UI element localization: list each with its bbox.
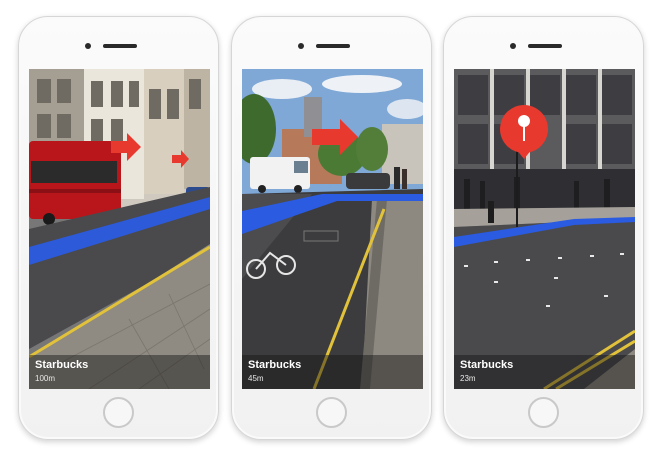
- three-phone-mockup: Starbucks 100m Starbucks 45m Starbucks 2…: [0, 0, 668, 453]
- destination-distance: 45m: [248, 374, 264, 383]
- ar-view-screen-3[interactable]: Starbucks 23m: [454, 69, 635, 389]
- destination-info-bar[interactable]: Starbucks 45m: [242, 355, 423, 389]
- street-camera-view: [242, 69, 423, 389]
- earpiece-speaker: [103, 44, 137, 48]
- destination-distance: 100m: [35, 374, 56, 383]
- earpiece-speaker: [528, 44, 562, 48]
- phone-2: Starbucks 45m: [231, 16, 432, 440]
- front-camera: [510, 43, 516, 49]
- phone-3: Starbucks 23m: [443, 16, 644, 440]
- ar-view-screen-2[interactable]: Starbucks 45m: [242, 69, 423, 389]
- street-camera-view: [454, 69, 635, 389]
- home-button[interactable]: [528, 397, 559, 428]
- destination-info-bar[interactable]: Starbucks 100m: [29, 355, 210, 389]
- front-camera: [85, 43, 91, 49]
- phone-1: Starbucks 100m: [18, 16, 219, 440]
- home-button[interactable]: [316, 397, 347, 428]
- home-button[interactable]: [103, 397, 134, 428]
- earpiece-speaker: [316, 44, 350, 48]
- destination-distance: 23m: [460, 374, 476, 383]
- street-camera-view: [29, 69, 210, 389]
- destination-info-bar[interactable]: Starbucks 23m: [454, 355, 635, 389]
- ar-view-screen-1[interactable]: Starbucks 100m: [29, 69, 210, 389]
- front-camera: [298, 43, 304, 49]
- destination-name: Starbucks: [248, 359, 302, 371]
- destination-name: Starbucks: [460, 359, 514, 371]
- destination-name: Starbucks: [35, 359, 89, 371]
